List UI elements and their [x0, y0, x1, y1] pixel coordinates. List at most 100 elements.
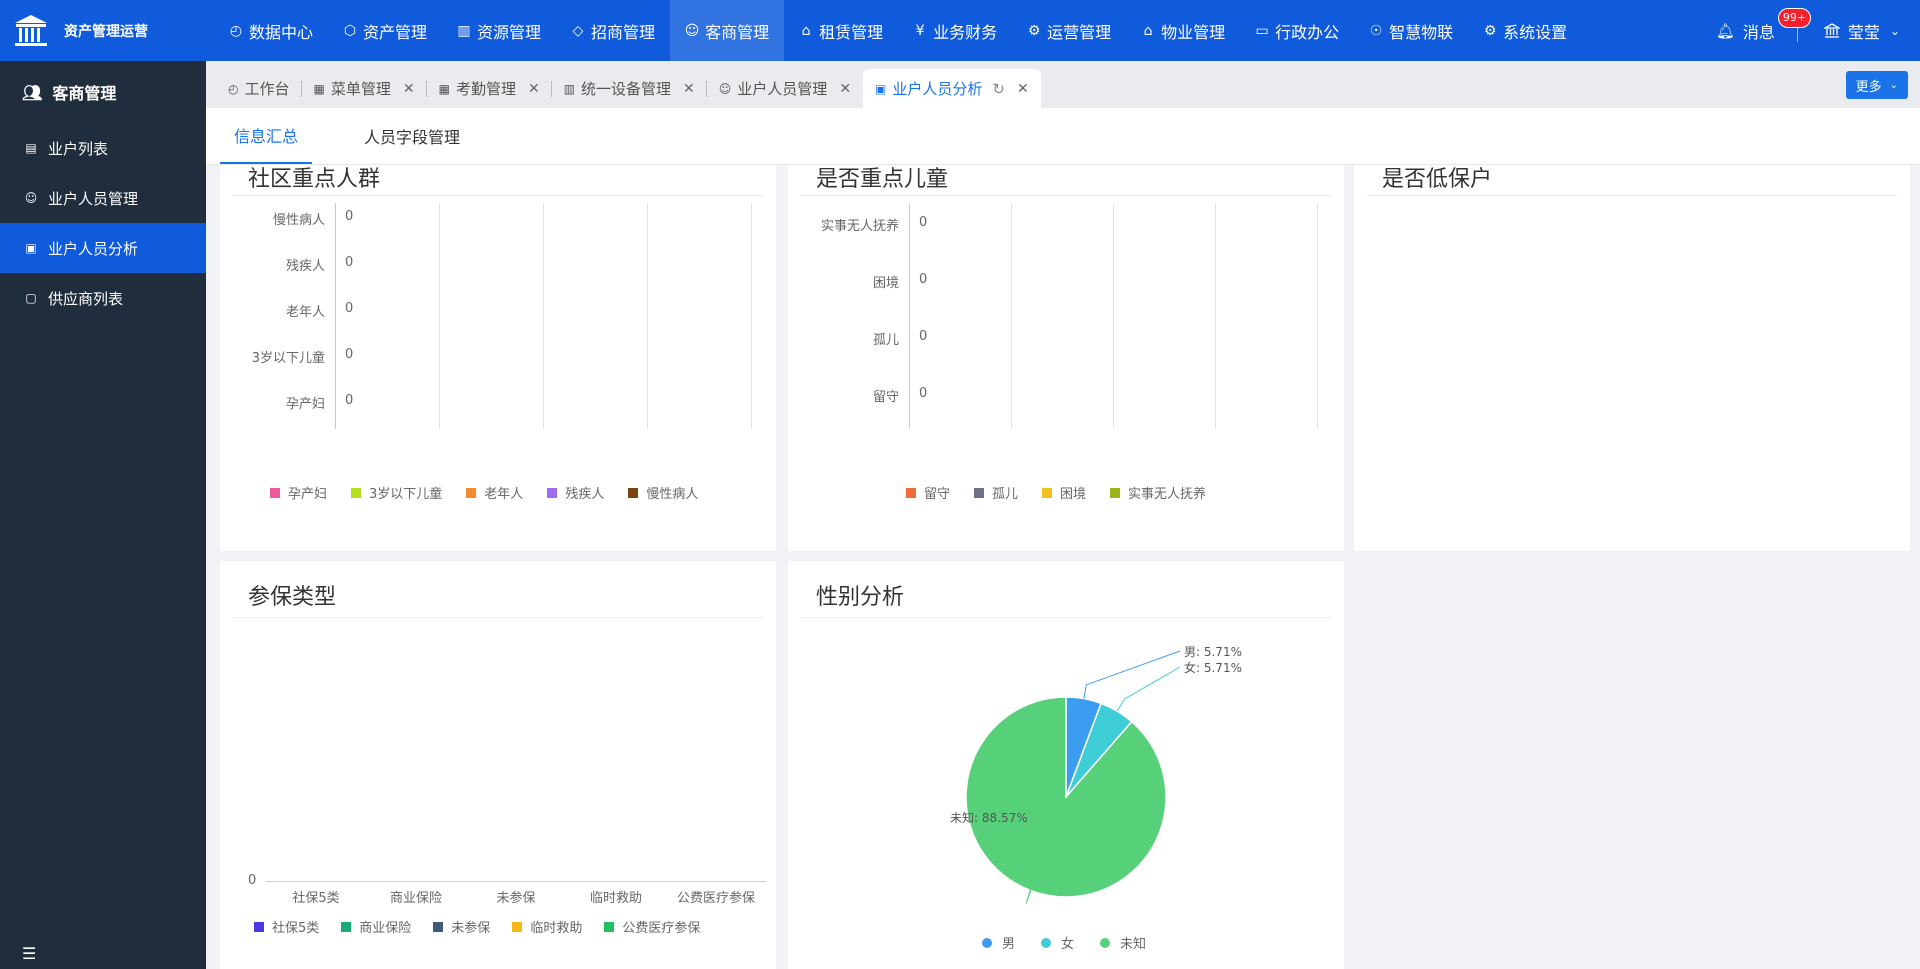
legend-swatch — [1042, 487, 1053, 498]
legend-label: 孕产妇 — [288, 487, 328, 502]
legend-item[interactable]: 未知 — [1100, 933, 1146, 952]
legend-item[interactable]: 困境 — [1042, 483, 1086, 502]
page-tab[interactable]: ▦ 菜单管理 ✕ — [302, 69, 427, 108]
chevron-down-icon: ⌄ — [1889, 79, 1898, 91]
legend-item[interactable]: 商业保险 — [341, 917, 411, 936]
page-tab-label: 统一设备管理 — [581, 80, 672, 98]
pie-chart — [965, 650, 1181, 904]
logo[interactable]: 资产管理运营 — [0, 0, 206, 61]
topnav-item[interactable]: ⌂ 物业管理 — [1126, 0, 1240, 61]
topnav-item[interactable]: ▭ 行政办公 — [1240, 0, 1354, 61]
close-icon[interactable]: ✕ — [1017, 81, 1029, 97]
close-icon[interactable]: ✕ — [839, 81, 851, 97]
close-icon[interactable]: ✕ — [683, 81, 695, 97]
messages-badge: 99+ — [1777, 7, 1812, 28]
building-icon: ▥ — [457, 22, 471, 39]
legend-item[interactable]: 残疾人 — [547, 483, 604, 502]
legend-swatch — [906, 487, 916, 498]
topnav-item-label: 招商管理 — [591, 22, 656, 42]
more-tabs-button[interactable]: 更多 ⌄ — [1845, 71, 1908, 99]
sidebar-item[interactable]: ▤ 业户列表 — [0, 123, 206, 173]
topnav-item[interactable]: ⚙ 运营管理 — [1012, 0, 1126, 61]
data-label: 0 — [345, 301, 354, 316]
page-tab[interactable]: ▦ 考勤管理 ✕ — [427, 69, 552, 108]
legend-swatch — [604, 921, 615, 932]
y-tick-label: 实事无人抚养 — [820, 219, 899, 234]
legend-item[interactable]: 慢性病人 — [628, 483, 698, 502]
bank-logo-icon — [15, 14, 47, 46]
page-tab-label: 工作台 — [244, 80, 290, 98]
pie-slice[interactable] — [965, 696, 1167, 898]
sidebar-item[interactable]: ▢ 供应商列表 — [0, 273, 206, 323]
legend-item[interactable]: 社保5类 — [254, 917, 319, 936]
topnav-item-label: 资产管理 — [363, 22, 428, 42]
x-tick-label: 公费医疗参保 — [676, 891, 756, 906]
topnav-item[interactable]: ¥ 业务财务 — [898, 0, 1012, 61]
legend-item[interactable]: 公费医疗参保 — [604, 917, 700, 936]
top-nav-bar: 资产管理运营 ◴ 数据中心 ⬡ 资产管理 ▥ 资源管理 ◇ 招商管理 ☺ 客商管理 ⌂ 租赁管理 ¥ 业务… — [0, 0, 1920, 61]
topnav-item[interactable]: ☺ 客商管理 — [670, 0, 785, 61]
legend-label: 残疾人 — [565, 487, 605, 502]
legend-swatch — [466, 487, 477, 498]
y-tick-label: 慢性病人 — [272, 213, 325, 228]
topnav-item[interactable]: ⬡ 资产管理 — [328, 0, 442, 61]
refresh-icon[interactable]: ↻ — [992, 80, 1005, 98]
legend-item[interactable]: 未参保 — [433, 917, 490, 936]
pie-label: 女: 5.71% — [1184, 661, 1242, 675]
x-axis-line — [266, 881, 766, 882]
sub-tab[interactable]: 人员字段管理 — [350, 108, 474, 164]
legend-label: 未参保 — [451, 921, 491, 936]
x-tick-label: 商业保险 — [389, 891, 443, 906]
menu-fold-icon[interactable]: ☰ — [22, 944, 36, 963]
grid-line — [1113, 203, 1114, 429]
legend-item[interactable]: 男 — [982, 933, 1015, 952]
topnav-item[interactable]: ◇ 招商管理 — [556, 0, 670, 61]
device-icon: ▥ — [563, 81, 576, 96]
monitor-icon: ▭ — [1255, 22, 1269, 39]
sidebar: 👥︎ 客商管理 ▤ 业户列表 ☺ 业户人员管理 ▣ 业户人员分析 ▢ 供应商列表 ☰ — [0, 61, 206, 969]
legend-item[interactable]: 实事无人抚养 — [1110, 483, 1206, 502]
chart-title: 是否低保户 — [1382, 167, 1493, 192]
page-tab-label: 考勤管理 — [455, 80, 516, 98]
chart-card-subsistence: 是否低保户 — [1354, 165, 1910, 551]
sub-tab[interactable]: 信息汇总 — [220, 108, 313, 164]
legend-item[interactable]: 留守 — [906, 483, 950, 502]
page-tab-bar: ◴ 工作台 ▦ 菜单管理 ✕ ▦ 考勤管理 ✕ ▥ 统一设备管理 ✕ ☺ 业户人员管理 ✕ ▣ 业户人员分析 ↻… — [206, 61, 1920, 108]
topnav-item-label: 物业管理 — [1161, 22, 1226, 42]
user-icon: ☺ — [24, 191, 38, 205]
messages-button[interactable]: 🔔︎ 消息 99+ — [1716, 7, 1812, 42]
grid-icon: ▦ — [313, 81, 325, 96]
topnav-item[interactable]: ⚙ 系统设置 — [1468, 0, 1582, 61]
page-tab[interactable]: ▥ 统一设备管理 ✕ — [552, 69, 707, 108]
app-title: 资产管理运营 — [64, 23, 148, 40]
legend-label: 商业保险 — [359, 921, 412, 936]
legend-swatch — [982, 937, 992, 948]
legend-item[interactable]: 3岁以下儿童 — [351, 483, 442, 502]
close-icon[interactable]: ✕ — [403, 81, 415, 97]
sidebar-item[interactable]: ▣ 业户人员分析 — [0, 223, 206, 273]
legend-item[interactable]: 临时救助 — [512, 917, 582, 936]
sidebar-item[interactable]: ☺ 业户人员管理 — [0, 173, 206, 223]
topnav-item[interactable]: ☉ 智慧物联 — [1354, 0, 1468, 61]
legend-item[interactable]: 孤儿 — [974, 483, 1018, 502]
legend-item[interactable]: 女 — [1041, 933, 1074, 952]
topnav-item[interactable]: ⌂ 租赁管理 — [784, 0, 898, 61]
chart-legend: 孕产妇 3岁以下儿童 老年人 残疾人 慢性病人 — [270, 483, 698, 502]
data-label: 0 — [345, 209, 354, 224]
chart-legend: 社保5类 商业保险 未参保 临时救助 公费医疗参保 — [254, 917, 722, 936]
data-label: 0 — [345, 393, 354, 408]
dashboard-content: 社区重点人群 慢性病人 0 残疾人 0 老年人 0 3岁以下儿童 0 孕产妇 0 孕产妇 3岁以下儿童… — [206, 165, 1920, 969]
legend-item[interactable]: 老年人 — [466, 483, 523, 502]
contact-icon: ▢ — [25, 291, 37, 305]
legend-label: 未知 — [1120, 937, 1147, 952]
page-tab[interactable]: ▣ 业户人员分析 ↻ ✕ — [863, 69, 1041, 108]
grid-line — [1011, 203, 1012, 429]
topnav-item[interactable]: ▥ 资源管理 — [442, 0, 556, 61]
page-tab[interactable]: ◴ 工作台 — [216, 69, 302, 108]
chart-card-gender: 性别分析 男: 5.71% 女: 5.71% 未知: 88.57% 男 女 未知 — [788, 561, 1344, 969]
page-tab[interactable]: ☺ 业户人员管理 ✕ — [707, 69, 863, 108]
legend-item[interactable]: 孕产妇 — [270, 483, 327, 502]
close-icon[interactable]: ✕ — [528, 81, 540, 97]
topnav-item[interactable]: ◴ 数据中心 — [214, 0, 328, 61]
user-menu[interactable]: 莹莹 ⌄ — [1823, 19, 1900, 43]
